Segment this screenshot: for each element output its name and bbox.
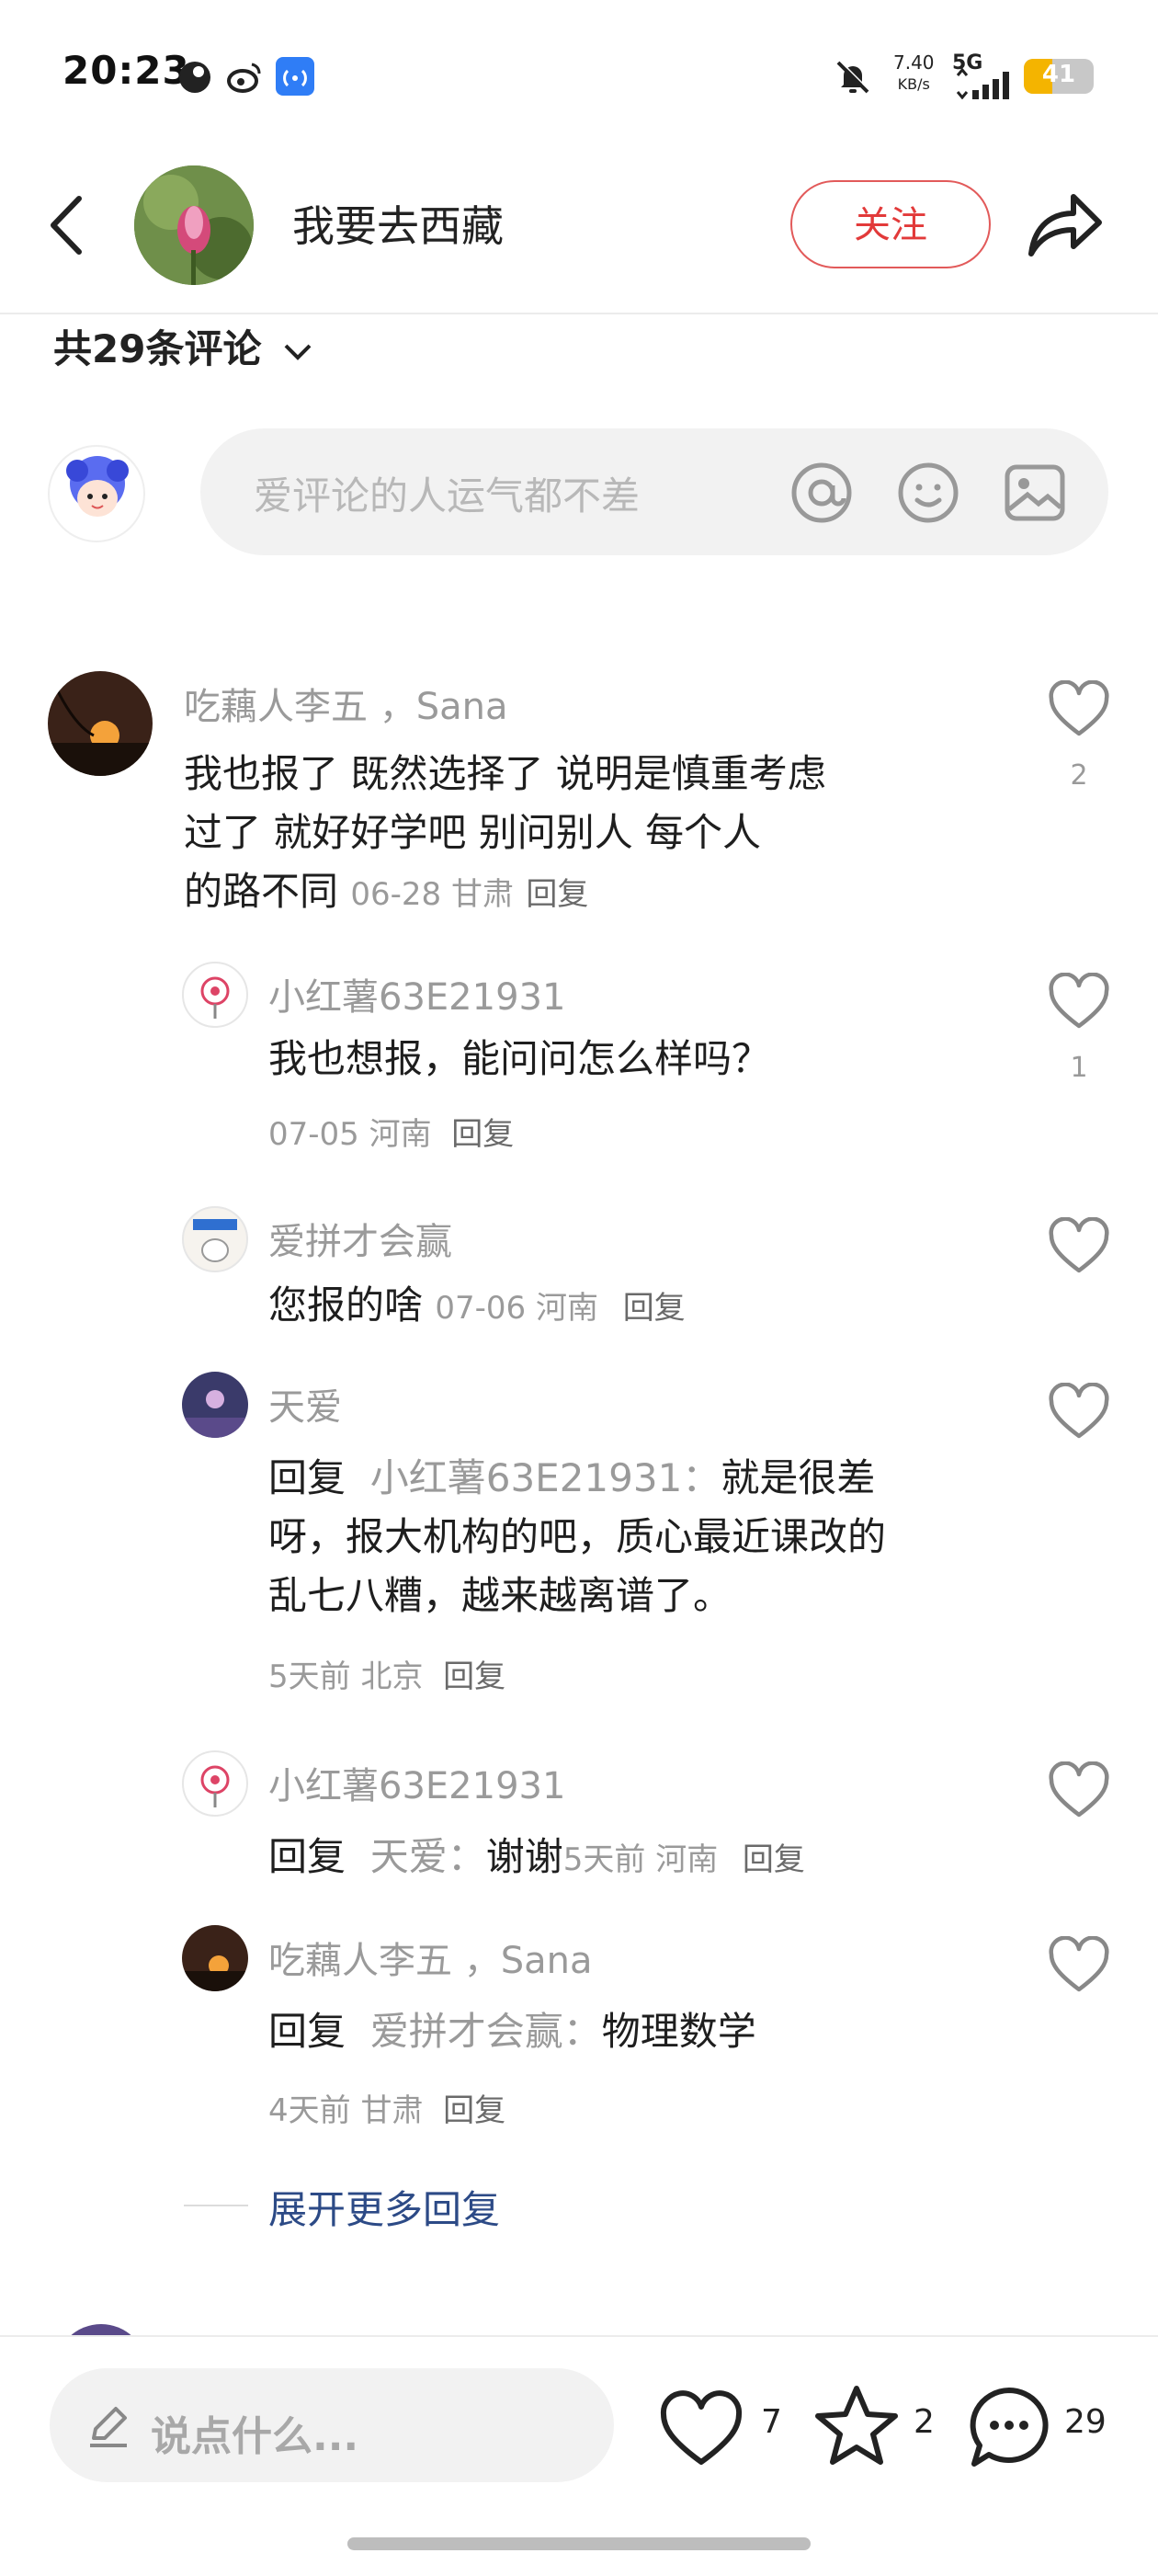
- reply-link[interactable]: 回复: [443, 2092, 505, 2129]
- reply-text: 回复 小红薯63E21931：就是很差 呀，报大机构的吧，质心最近课改的 乱七八…: [268, 1455, 887, 1618]
- reply-avatar[interactable]: [182, 1206, 248, 1272]
- expand-divider: [184, 2205, 248, 2206]
- reply-avatar[interactable]: [182, 1372, 248, 1438]
- reply-text: 您报的啥 07-06 河南 回复: [268, 1282, 686, 1328]
- like-heart-icon[interactable]: [1048, 1761, 1110, 1818]
- reply-to-user[interactable]: 爱拼才会赢：: [370, 2009, 602, 2054]
- commenter-avatar[interactable]: [48, 671, 153, 776]
- reply-link[interactable]: 回复: [623, 1290, 686, 1327]
- signal-icon: [956, 68, 1009, 99]
- like-heart-icon[interactable]: [1048, 1217, 1110, 1274]
- like-heart-icon[interactable]: [1048, 1936, 1110, 1993]
- emoji-icon[interactable]: [895, 460, 961, 526]
- my-avatar: [48, 445, 145, 542]
- reply-meta: 07-05 河南 回复: [268, 1116, 515, 1153]
- broadcast-icon: [276, 57, 314, 96]
- comment-author[interactable]: 吃藕人李五 ，Sana: [184, 677, 507, 730]
- status-time: 20:23: [62, 48, 190, 93]
- reply-link[interactable]: 回复: [743, 1841, 805, 1878]
- reply-author[interactable]: 吃藕人李五 ，Sana: [268, 1931, 592, 1984]
- favorite-total: 2: [914, 2403, 935, 2441]
- expand-more-replies-link[interactable]: 展开更多回复: [268, 2179, 500, 2235]
- reply-text: 回复 爱拼才会赢：物理数学: [268, 2009, 756, 2054]
- home-indicator[interactable]: [347, 2537, 811, 2550]
- comment-bubble-icon[interactable]: [965, 2383, 1053, 2471]
- reply-avatar[interactable]: [182, 1925, 248, 1991]
- reply-to-user[interactable]: 小红薯63E21931：: [370, 1455, 721, 1500]
- back-icon[interactable]: [44, 193, 88, 257]
- share-icon[interactable]: [1026, 188, 1103, 261]
- reply-meta: 4天前 甘肃 回复: [268, 2092, 506, 2129]
- comment-input[interactable]: 爱评论的人运气都不差: [200, 428, 1108, 555]
- reply-link[interactable]: 回复: [451, 1116, 514, 1153]
- follow-button[interactable]: 关注: [790, 180, 991, 268]
- reply-author[interactable]: 小红薯63E21931: [268, 967, 565, 1020]
- app-notification-icon: [179, 62, 210, 93]
- like-count: 1: [1070, 1052, 1088, 1084]
- weibo-icon: [227, 63, 261, 93]
- mute-icon: [836, 60, 870, 94]
- comment-total: 29: [1064, 2403, 1107, 2441]
- author-avatar[interactable]: [134, 165, 254, 285]
- reply-avatar[interactable]: [182, 1750, 248, 1817]
- like-heart-icon[interactable]: [1048, 973, 1110, 1030]
- network-speed: 7.40 KB/s: [893, 51, 935, 93]
- reply-meta: 5天前 北京 回复: [268, 1658, 506, 1695]
- image-icon[interactable]: [1002, 460, 1068, 526]
- comment-text: 我也报了 既然选择了 说明是慎重考虑 过了 就好好学吧 别问别人 每个人 的路不…: [184, 751, 826, 914]
- like-heart-icon[interactable]: [1048, 680, 1110, 737]
- chevron-down-icon: [284, 344, 312, 360]
- reply-author[interactable]: 小红薯63E21931: [268, 1756, 565, 1809]
- comment-count-dropdown[interactable]: 共29条评论: [53, 318, 313, 374]
- like-heart-icon[interactable]: [658, 2388, 744, 2468]
- like-count: 2: [1070, 759, 1088, 792]
- at-mention-icon[interactable]: [789, 460, 855, 526]
- page-title: 我要去西藏: [292, 201, 504, 251]
- reply-avatar[interactable]: [182, 962, 248, 1028]
- header-divider: [0, 313, 1158, 314]
- reply-text: 我也想报，能问问怎么样吗？: [268, 1036, 771, 1081]
- reply-link[interactable]: 回复: [526, 876, 588, 913]
- battery-icon: 41: [1024, 59, 1094, 94]
- reply-text: 回复 天爱：谢谢5天前 河南 回复: [268, 1834, 805, 1879]
- reply-link[interactable]: 回复: [443, 1658, 505, 1695]
- like-heart-icon[interactable]: [1048, 1383, 1110, 1440]
- reply-author[interactable]: 爱拼才会赢: [268, 1212, 452, 1265]
- say-something-input[interactable]: 说点什么...: [50, 2368, 614, 2482]
- star-icon[interactable]: [812, 2383, 901, 2468]
- pencil-icon: [90, 2407, 127, 2447]
- reply-to-user[interactable]: 天爱：: [370, 1834, 486, 1879]
- like-total: 7: [761, 2403, 782, 2441]
- reply-author[interactable]: 天爱: [268, 1377, 342, 1430]
